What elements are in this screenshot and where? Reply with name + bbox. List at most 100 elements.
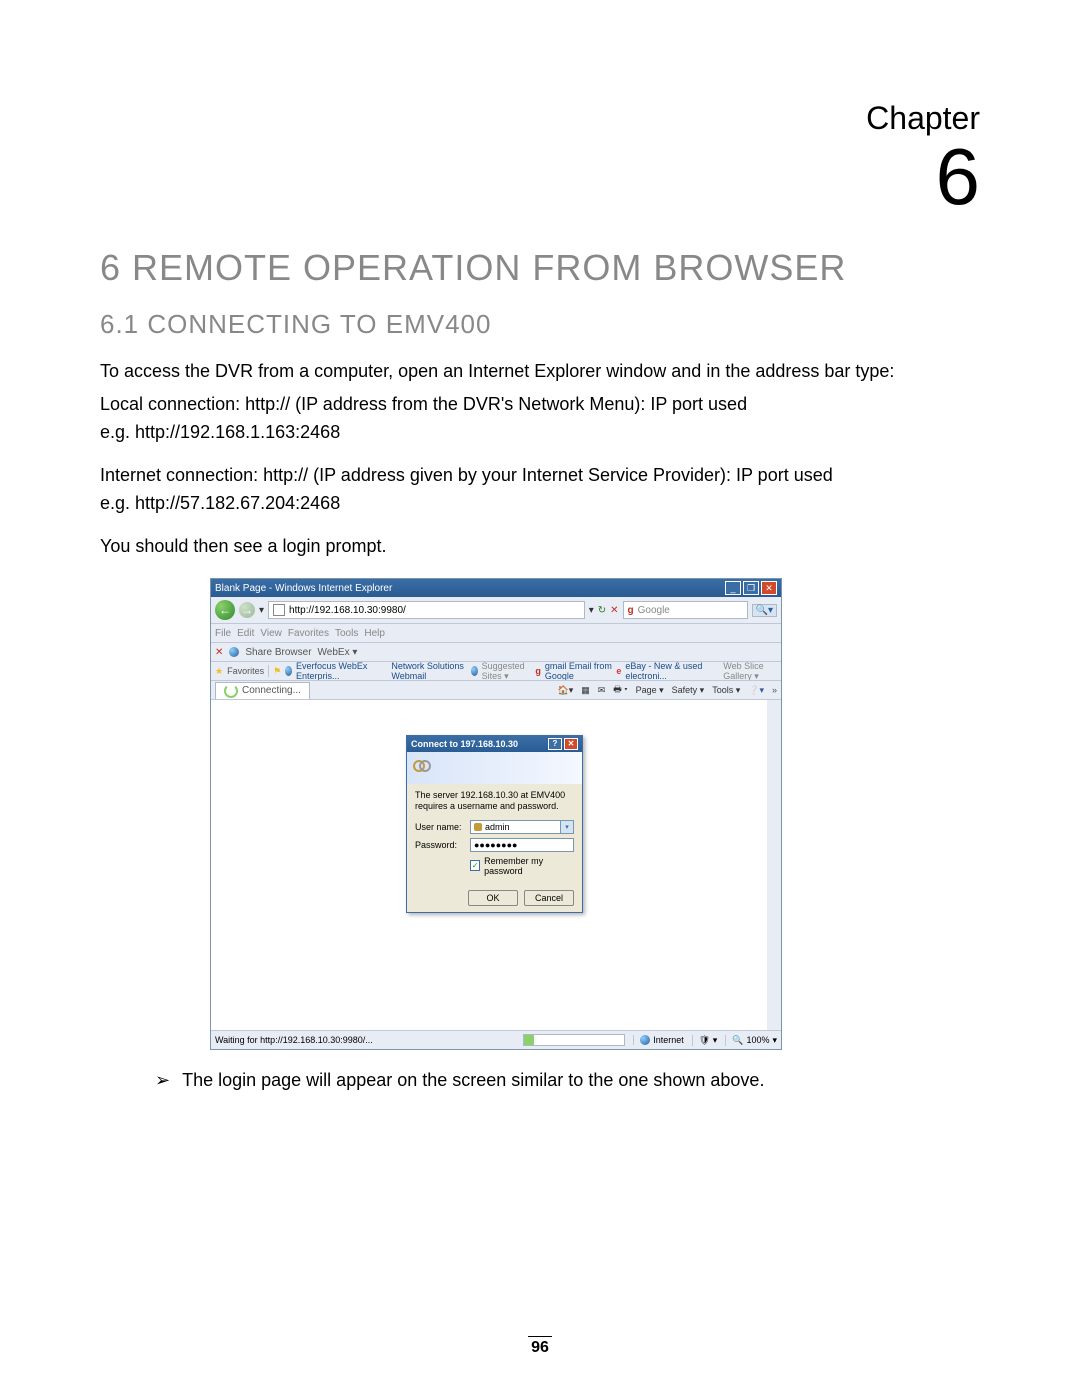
tab-row: Connecting... 🏠▾ ▦ ✉ 🖶 ▾ Page ▾ Safety ▾… — [211, 681, 781, 700]
loading-spinner-icon — [224, 684, 238, 698]
favorites-bar: ★ Favorites ⚑ Everfocus WebEx Enterpris.… — [211, 662, 781, 681]
fav-link-2[interactable]: Network Solutions Webmail — [391, 662, 466, 681]
command-bar: 🏠▾ ▦ ✉ 🖶 ▾ Page ▾ Safety ▾ Tools ▾ ❔▾ » — [558, 683, 778, 697]
auth-message: The server 192.168.10.30 at EMV400 requi… — [415, 790, 574, 812]
menu-file[interactable]: File — [215, 628, 231, 639]
browser-viewport: Connect to 197.168.10.30 ? ✕ The server … — [211, 700, 781, 1030]
page-footer: 96 — [0, 1336, 1080, 1357]
window-title: Blank Page - Windows Internet Explorer — [215, 583, 392, 594]
favorites-label[interactable]: Favorites — [227, 666, 264, 676]
menu-view[interactable]: View — [260, 628, 282, 639]
internet-conn-1: Internet connection: http:// (IP address… — [100, 464, 980, 487]
dialog-close-button[interactable]: ✕ — [564, 738, 578, 750]
ie-window: Blank Page - Windows Internet Explorer _… — [210, 578, 782, 1050]
password-value: ●●●●●●●● — [474, 840, 518, 850]
search-placeholder: Google — [638, 605, 670, 616]
fav-link-6[interactable]: Web Slice Gallery ▾ — [723, 662, 777, 681]
search-icon[interactable]: 🔍▾ — [752, 604, 777, 617]
zoom-control[interactable]: 🔍 100% ▾ — [725, 1035, 777, 1046]
auth-dialog: Connect to 197.168.10.30 ? ✕ The server … — [406, 735, 583, 913]
local-conn-2: e.g. http://192.168.1.163:2468 — [100, 421, 980, 444]
menu-edit[interactable]: Edit — [237, 628, 254, 639]
dialog-titlebar[interactable]: Connect to 197.168.10.30 ? ✕ — [407, 736, 582, 752]
addr-dropdown-icon[interactable]: ▾ — [589, 605, 594, 616]
internet-zone-icon — [640, 1035, 650, 1045]
google-icon: g — [628, 605, 634, 616]
close-button[interactable]: ✕ — [761, 581, 777, 595]
fav-link-5[interactable]: eBay - New & used electroni... — [625, 662, 708, 681]
document-page: Chapter 6 6 REMOTE OPERATION FROM BROWSE… — [0, 0, 1080, 1397]
share-bar: ✕ Share Browser WebEx ▾ — [211, 643, 781, 662]
remember-row: ✓ Remember my password — [470, 856, 574, 876]
ok-button[interactable]: OK — [468, 890, 518, 906]
local-conn-1: Local connection: http:// (IP address fr… — [100, 393, 980, 416]
tools-menu[interactable]: Tools ▾ — [712, 685, 740, 696]
search-box[interactable]: g Google — [623, 601, 748, 619]
feeds-icon[interactable]: ▦ — [581, 685, 590, 696]
browser-tab[interactable]: Connecting... — [215, 682, 310, 699]
keys-icon — [413, 758, 433, 778]
menu-tools[interactable]: Tools — [335, 628, 358, 639]
page-icon — [273, 604, 285, 616]
remember-checkbox[interactable]: ✓ — [470, 860, 480, 871]
globe-icon — [229, 647, 239, 657]
password-input[interactable]: ●●●●●●●● — [470, 838, 574, 852]
forward-button[interactable]: → — [239, 602, 255, 618]
chevron-down-icon[interactable]: ▾ — [560, 821, 573, 833]
fav-icon-3 — [471, 666, 478, 676]
progress-bar — [523, 1034, 625, 1046]
fav-link-3[interactable]: Suggested Sites ▾ — [482, 662, 532, 681]
url-text: http://192.168.10.30:9980/ — [289, 605, 406, 616]
dialog-title: Connect to 197.168.10.30 — [411, 739, 518, 749]
fav-icon-5: e — [616, 666, 621, 676]
close-toolbar-icon[interactable]: ✕ — [215, 647, 223, 658]
fav-link-1[interactable]: Everfocus WebEx Enterpris... — [296, 662, 376, 681]
remember-label: Remember my password — [484, 856, 574, 876]
cancel-button[interactable]: Cancel — [524, 890, 574, 906]
refresh-icon[interactable]: ↻ — [598, 605, 606, 616]
menu-favorites[interactable]: Favorites — [288, 628, 329, 639]
chevron-icon[interactable]: » — [772, 685, 777, 695]
bullet-arrow-icon: ➢ — [155, 1070, 170, 1091]
webex-dropdown[interactable]: WebEx ▾ — [318, 647, 358, 658]
help-icon[interactable]: ❔▾ — [748, 685, 764, 696]
safety-menu[interactable]: Safety ▾ — [672, 685, 705, 696]
fav-icon-2 — [381, 666, 388, 676]
share-browser[interactable]: Share Browser — [245, 647, 311, 658]
page-menu[interactable]: Page ▾ — [636, 685, 664, 696]
fav-icon-1 — [285, 666, 292, 676]
fav-folder-icon: ⚑ — [273, 666, 281, 677]
menu-bar: File Edit View Favorites Tools Help — [211, 624, 781, 643]
zone-label: Internet — [653, 1035, 684, 1045]
fav-icon-6 — [712, 666, 719, 676]
star-icon[interactable]: ★ — [215, 666, 223, 677]
dialog-body: The server 192.168.10.30 at EMV400 requi… — [407, 784, 582, 912]
chapter-number: 6 — [100, 137, 980, 217]
username-label: User name: — [415, 822, 470, 832]
bullet-text: The login page will appear on the screen… — [182, 1070, 764, 1091]
status-bar: Waiting for http://192.168.10.30:9980/..… — [211, 1030, 781, 1049]
intro-text: To access the DVR from a computer, open … — [100, 360, 980, 383]
address-bar[interactable]: http://192.168.10.30:9980/ — [268, 601, 585, 619]
maximize-button[interactable]: ❐ — [743, 581, 759, 595]
fav-link-4[interactable]: gmail Email from Google — [545, 662, 613, 681]
dropdown-icon[interactable]: ▾ — [259, 605, 264, 616]
nav-toolbar: ← → ▾ http://192.168.10.30:9980/ ▾ ↻ ✕ g… — [211, 597, 781, 624]
dialog-help-button[interactable]: ? — [548, 738, 562, 750]
mail-icon[interactable]: ✉ — [598, 685, 606, 696]
security-zone[interactable]: Internet — [633, 1035, 684, 1045]
menu-help[interactable]: Help — [364, 628, 385, 639]
print-icon[interactable]: 🖶 ▾ — [613, 682, 627, 698]
internet-conn-2: e.g. http://57.182.67.204:2468 — [100, 492, 980, 515]
chapter-label: Chapter — [100, 100, 980, 137]
user-icon — [474, 823, 482, 831]
minimize-button[interactable]: _ — [725, 581, 741, 595]
username-input[interactable]: admin ▾ — [470, 820, 574, 834]
back-button[interactable]: ← — [215, 600, 235, 620]
protected-mode[interactable]: 🛡 ▾ — [692, 1035, 717, 1046]
subsection-heading: 6.1 CONNECTING TO EMV400 — [100, 309, 980, 340]
window-titlebar[interactable]: Blank Page - Windows Internet Explorer _… — [211, 579, 781, 597]
tab-label: Connecting... — [242, 685, 301, 696]
home-icon[interactable]: 🏠▾ — [558, 685, 574, 696]
stop-icon[interactable]: ✕ — [610, 605, 618, 616]
